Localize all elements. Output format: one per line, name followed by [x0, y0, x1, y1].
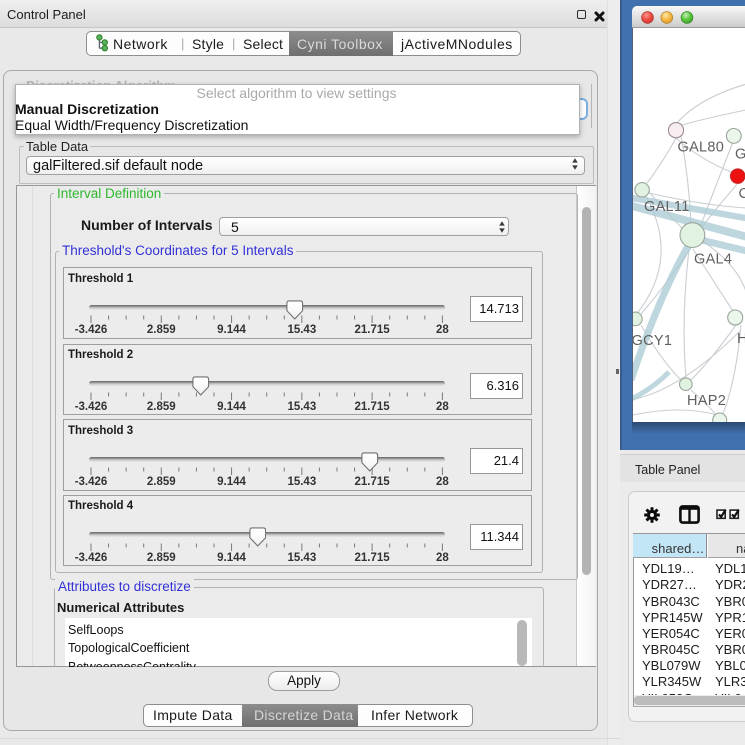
svg-text:GA: GA: [735, 147, 745, 163]
svg-text:GAL11: GAL11: [644, 199, 690, 215]
svg-text:GCY1: GCY1: [632, 333, 672, 349]
svg-text:HAP2: HAP2: [687, 393, 726, 409]
svg-text:C: C: [739, 186, 745, 202]
svg-text:GAL4: GAL4: [694, 251, 732, 267]
svg-text:H: H: [737, 331, 745, 347]
svg-text:GAL80: GAL80: [678, 140, 725, 156]
